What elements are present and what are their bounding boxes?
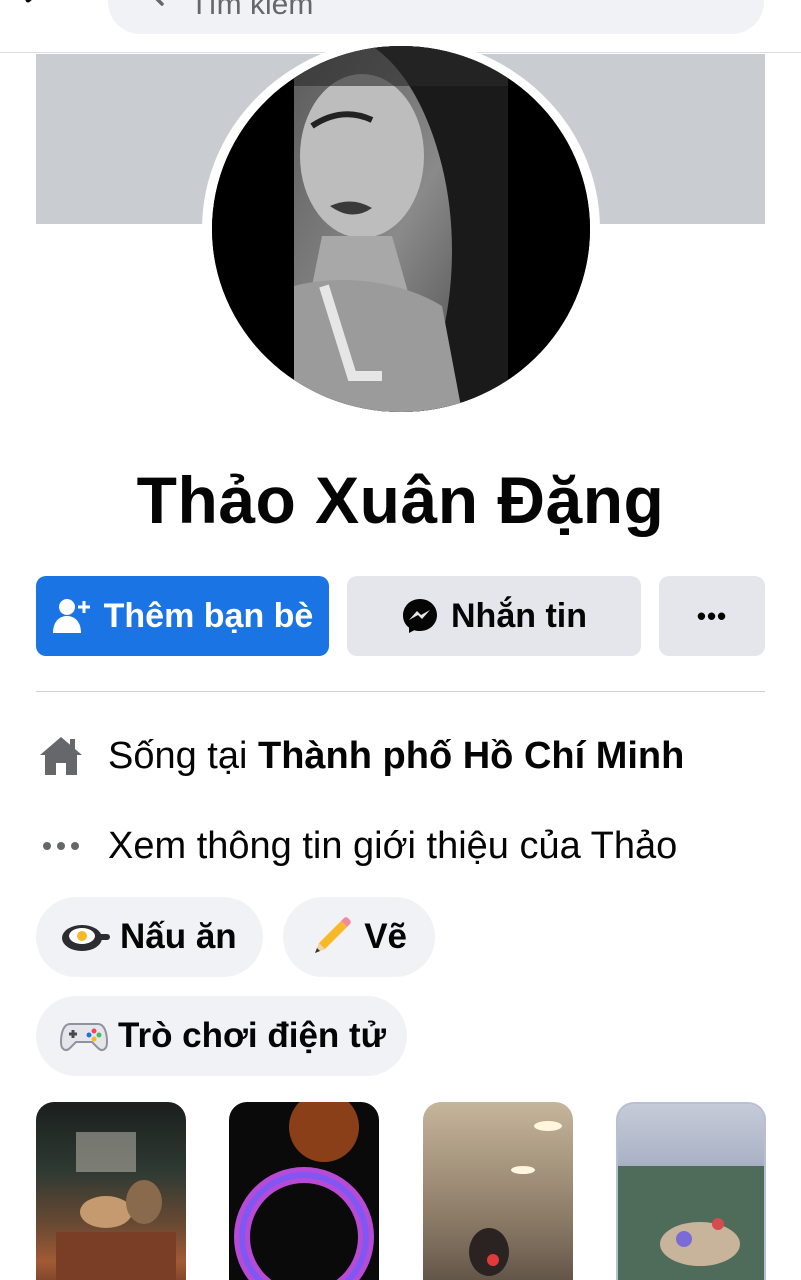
more-dots-icon [36,824,86,868]
message-button[interactable]: Nhắn tin [347,576,641,656]
more-dots-icon: ••• [696,600,728,631]
search-icon [155,0,164,6]
hobby-chip-cooking[interactable]: Nấu ăn [36,897,263,977]
frying-pan-egg-icon [60,915,110,959]
hobby-label: Nấu ăn [120,917,237,956]
avatar[interactable] [212,46,590,412]
game-controller-icon [60,1014,108,1058]
messenger-icon [403,599,437,633]
profile-name: Thảo Xuân Đặng [136,463,665,537]
pencil-icon [307,915,354,959]
featured-photo[interactable] [616,1102,766,1280]
message-label: Nhắn tin [451,596,587,635]
back-arrow-icon[interactable] [14,0,54,18]
see-about-label: Xem thông tin giới thiệu của Thảo [108,824,678,867]
hobby-label: Vẽ [364,917,407,956]
see-about-row[interactable]: Xem thông tin giới thiệu của Thảo [36,824,677,868]
section-divider [36,691,765,692]
add-friend-label: Thêm bạn bè [103,596,314,635]
hobby-label: Trò chơi điện tử [118,1016,387,1055]
search-placeholder: Tìm kiếm [190,0,314,21]
hobby-chip-drawing[interactable]: Vẽ [283,897,435,977]
lives-in-prefix: Sống tại [108,734,258,777]
lives-in-city[interactable]: Thành phố Hồ Chí Minh [258,735,684,778]
more-options-button[interactable]: ••• [659,576,765,656]
featured-photo[interactable] [229,1102,379,1280]
lives-in-row: Sống tại Thành phố Hồ Chí Minh [36,734,684,778]
featured-photo[interactable] [36,1102,186,1280]
featured-photo[interactable] [423,1102,573,1280]
add-friend-icon [52,599,90,633]
home-icon [36,734,86,778]
add-friend-button[interactable]: Thêm bạn bè [36,576,329,656]
hobby-chip-video-games[interactable]: Trò chơi điện tử [36,996,407,1076]
